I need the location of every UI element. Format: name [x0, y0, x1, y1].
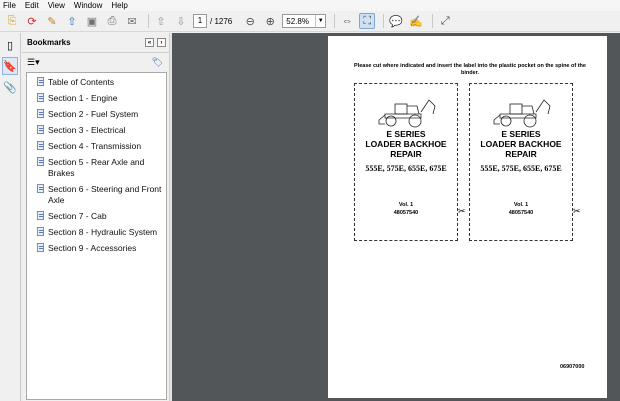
- bookmark-item[interactable]: Section 2 - Fuel System: [27, 108, 166, 121]
- bookmark-item[interactable]: Section 7 - Cab: [27, 210, 166, 223]
- scissors-icon: ✂: [458, 206, 466, 216]
- prev-page-icon[interactable]: ⇧: [153, 13, 169, 29]
- menu-window[interactable]: Window: [74, 1, 102, 10]
- page-thumbnails-icon[interactable]: ▯: [2, 36, 18, 54]
- save-icon[interactable]: ▣: [84, 13, 100, 29]
- toolbar-separator: [334, 14, 336, 28]
- fit-page-icon[interactable]: ⛶: [359, 13, 376, 29]
- page-code: 06907000: [560, 364, 585, 370]
- toolbar-separator: [148, 14, 149, 28]
- toolbar-separator: [383, 14, 385, 28]
- label-name-line2: REPAIR: [390, 149, 422, 159]
- zoom-select[interactable]: 52.8% ▼: [282, 14, 327, 28]
- expand-icon[interactable]: ⤢: [437, 13, 453, 29]
- bookmark-item[interactable]: Section 9 - Accessories: [27, 242, 166, 255]
- options-menu-icon[interactable]: ☰▾: [27, 57, 40, 68]
- menu-help[interactable]: Help: [111, 1, 127, 10]
- label-volume: Vol. 1: [398, 202, 414, 208]
- bookmark-item[interactable]: Section 3 - Electrical: [27, 124, 166, 137]
- backhoe-illustration: [493, 99, 551, 128]
- backhoe-illustration: [378, 99, 436, 128]
- spine-label: E SERIES LOADER BACKHOE REPAIR 555E, 575…: [469, 83, 573, 241]
- bookmark-icon: [37, 77, 44, 86]
- bookmark-icon: [37, 93, 44, 102]
- bookmark-icon: [37, 141, 44, 150]
- bookmark-item[interactable]: Table of Contents: [27, 76, 166, 89]
- toolbar: ⎘ ⟳ ✎ ⇧ ▣ ⎙ ✉ ⇧ ⇩ 1 / 1276 ⊖ ⊕ 52.8% ▼ ⇔…: [0, 11, 620, 32]
- email-icon[interactable]: ✉: [124, 13, 140, 29]
- bookmarks-icon[interactable]: 🔖: [2, 57, 18, 75]
- label-part-number: 48057540: [393, 210, 419, 216]
- zoom-out-icon[interactable]: ⊖: [242, 13, 258, 29]
- bookmark-item[interactable]: Section 4 - Transmission: [27, 140, 166, 153]
- spine-label: E SERIES LOADER BACKHOE REPAIR 555E, 575…: [354, 83, 458, 241]
- label-series: E SERIES: [386, 129, 426, 139]
- bookmark-item[interactable]: Section 5 - Rear Axle and Brakes: [27, 156, 166, 180]
- menu-file[interactable]: File: [3, 1, 16, 10]
- menu-edit[interactable]: Edit: [25, 1, 39, 10]
- bookmark-icon: [37, 109, 44, 118]
- page-number-input[interactable]: 1: [193, 14, 207, 28]
- bookmark-item[interactable]: Section 6 - Steering and Front Axle: [27, 183, 166, 207]
- collapse-panel-icon[interactable]: «: [145, 38, 154, 47]
- label-volume: Vol. 1: [513, 202, 529, 208]
- scissors-icon: ✂: [573, 206, 581, 216]
- bookmark-icon: [37, 125, 44, 134]
- label-part-number: 48057540: [508, 210, 534, 216]
- bookmark-icon: [37, 227, 44, 236]
- fit-width-icon[interactable]: ⇔: [339, 13, 355, 29]
- chevron-down-icon[interactable]: ▼: [315, 15, 325, 27]
- label-models: 555E, 575E, 655E, 675E: [365, 164, 447, 173]
- bookmark-item[interactable]: Section 1 - Engine: [27, 92, 166, 105]
- edit-icon[interactable]: ✎: [44, 13, 60, 29]
- label-name-line2: REPAIR: [505, 149, 537, 159]
- tag-bookmark-icon[interactable]: 🏷: [152, 57, 163, 68]
- comment-icon[interactable]: 💬: [388, 13, 404, 29]
- open-icon[interactable]: ⎘: [4, 13, 20, 29]
- pdf-page: Please cut where indicated and insert th…: [328, 36, 607, 398]
- label-models: 555E, 575E, 655E, 675E: [480, 164, 562, 173]
- document-view[interactable]: Please cut where indicated and insert th…: [172, 33, 620, 401]
- zoom-in-icon[interactable]: ⊕: [262, 13, 278, 29]
- bookmarks-toolbar: ☰▾ 🏷: [22, 53, 169, 71]
- menu-view[interactable]: View: [48, 1, 65, 10]
- next-page-icon[interactable]: ⇩: [173, 13, 189, 29]
- create-pdf-icon[interactable]: ⟳: [24, 13, 40, 29]
- print-icon[interactable]: ⎙: [104, 13, 120, 29]
- bookmarks-header: Bookmarks « ›: [22, 33, 169, 53]
- label-name-line1: LOADER BACKHOE: [480, 139, 562, 149]
- label-series: E SERIES: [501, 129, 541, 139]
- zoom-value: 52.8%: [286, 16, 309, 26]
- bookmarks-title: Bookmarks: [27, 38, 71, 47]
- toolbar-separator: [432, 14, 434, 28]
- bookmarks-panel: Bookmarks « › ☰▾ 🏷 Table of Contents Sec…: [22, 33, 169, 401]
- page-total: / 1276: [210, 16, 233, 26]
- upload-icon[interactable]: ⇧: [64, 13, 80, 29]
- label-name-line1: LOADER BACKHOE: [365, 139, 447, 149]
- attachments-icon[interactable]: 📎: [2, 78, 18, 96]
- navigation-strip: ▯ 🔖 📎: [0, 33, 21, 401]
- bookmark-list: Table of Contents Section 1 - Engine Sec…: [26, 72, 167, 400]
- bookmark-item[interactable]: Section 8 - Hydraulic System: [27, 226, 166, 239]
- sign-icon[interactable]: ✍: [408, 13, 424, 29]
- close-panel-icon[interactable]: ›: [157, 38, 166, 47]
- bookmark-icon: [37, 211, 44, 220]
- bookmark-icon: [37, 157, 44, 166]
- bookmark-icon: [37, 184, 44, 193]
- cut-instruction: Please cut where indicated and insert th…: [354, 63, 586, 76]
- menu-bar: File Edit View Window Help: [0, 0, 620, 11]
- bookmark-icon: [37, 243, 44, 252]
